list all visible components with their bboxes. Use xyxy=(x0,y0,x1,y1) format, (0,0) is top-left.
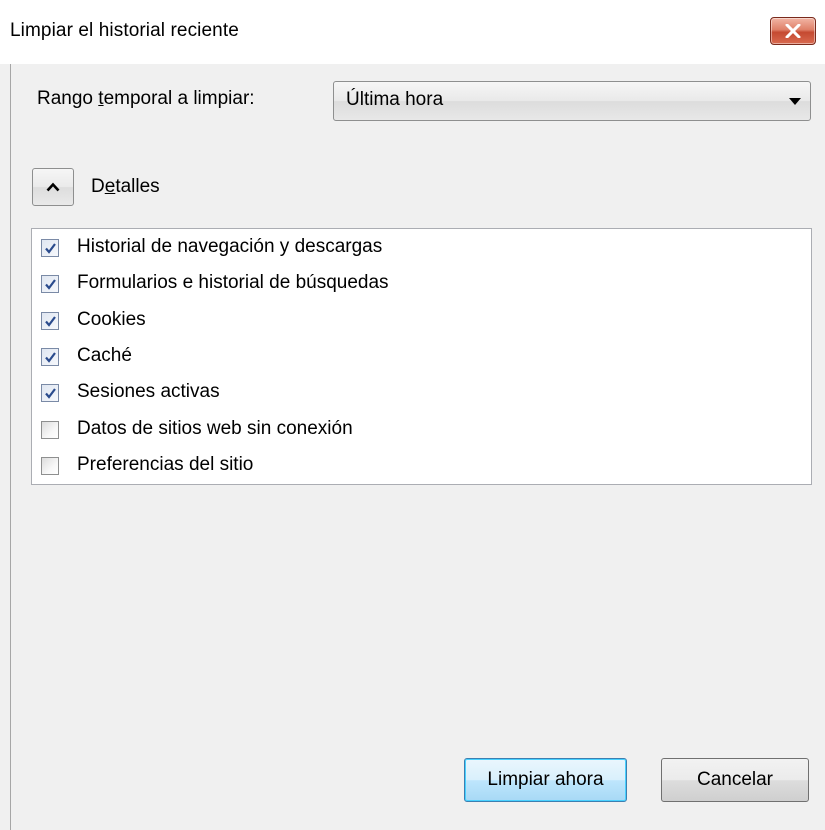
close-button[interactable] xyxy=(770,17,816,45)
clear-now-button[interactable]: Limpiar ahora xyxy=(464,758,627,802)
clear-history-dialog: Limpiar el historial reciente Rango temp… xyxy=(0,0,825,830)
close-icon xyxy=(785,24,801,38)
check-icon xyxy=(45,315,56,327)
items-to-clear-list: Historial de navegación y descargas Formu… xyxy=(31,228,812,485)
checkbox-checked[interactable] xyxy=(41,239,59,257)
list-item-label: Cookies xyxy=(77,308,146,330)
title-bar: Limpiar el historial reciente xyxy=(0,0,825,64)
time-range-dropdown[interactable]: Última hora xyxy=(333,81,811,121)
check-icon xyxy=(45,352,56,363)
list-item[interactable]: Preferencias del sitio xyxy=(32,449,811,483)
list-item-label: Caché xyxy=(77,344,132,366)
checkbox-unchecked[interactable] xyxy=(41,420,59,439)
checkbox-checked[interactable] xyxy=(41,384,59,403)
dialog-content: Rango temporal a limpiar: Última hora De… xyxy=(10,64,825,830)
list-item-label: Formularios e historial de búsquedas xyxy=(77,272,389,294)
checkbox-checked[interactable] xyxy=(41,275,59,294)
chevron-up-icon xyxy=(46,182,60,192)
list-item[interactable]: Sesiones activas xyxy=(32,376,811,410)
list-item-label: Historial de navegación y descargas xyxy=(77,236,383,257)
check-icon xyxy=(45,388,56,399)
list-item-label: Datos de sitios web sin conexión xyxy=(77,417,353,439)
list-item[interactable]: Cookies xyxy=(32,304,811,338)
checkbox-checked[interactable] xyxy=(41,311,59,330)
list-item[interactable]: Datos de sitios web sin conexión xyxy=(32,413,811,447)
check-icon xyxy=(45,243,56,254)
list-item-label: Preferencias del sitio xyxy=(77,453,254,475)
time-range-label: Rango temporal a limpiar: xyxy=(37,88,255,109)
cancel-button[interactable]: Cancelar xyxy=(661,758,809,802)
time-range-value: Última hora xyxy=(346,89,444,110)
checkbox-unchecked[interactable] xyxy=(41,456,59,475)
list-item-label: Sesiones activas xyxy=(77,381,220,403)
details-toggle-button[interactable] xyxy=(32,168,74,206)
checkbox-checked[interactable] xyxy=(41,347,59,366)
details-label: Detalles xyxy=(91,176,160,197)
list-item[interactable]: Formularios e historial de búsquedas xyxy=(32,267,811,301)
list-item[interactable]: Historial de navegación y descargas xyxy=(32,231,811,265)
window-title: Limpiar el historial reciente xyxy=(10,20,239,41)
chevron-down-icon xyxy=(789,98,801,105)
check-icon xyxy=(45,279,56,291)
list-item[interactable]: Caché xyxy=(32,340,811,374)
